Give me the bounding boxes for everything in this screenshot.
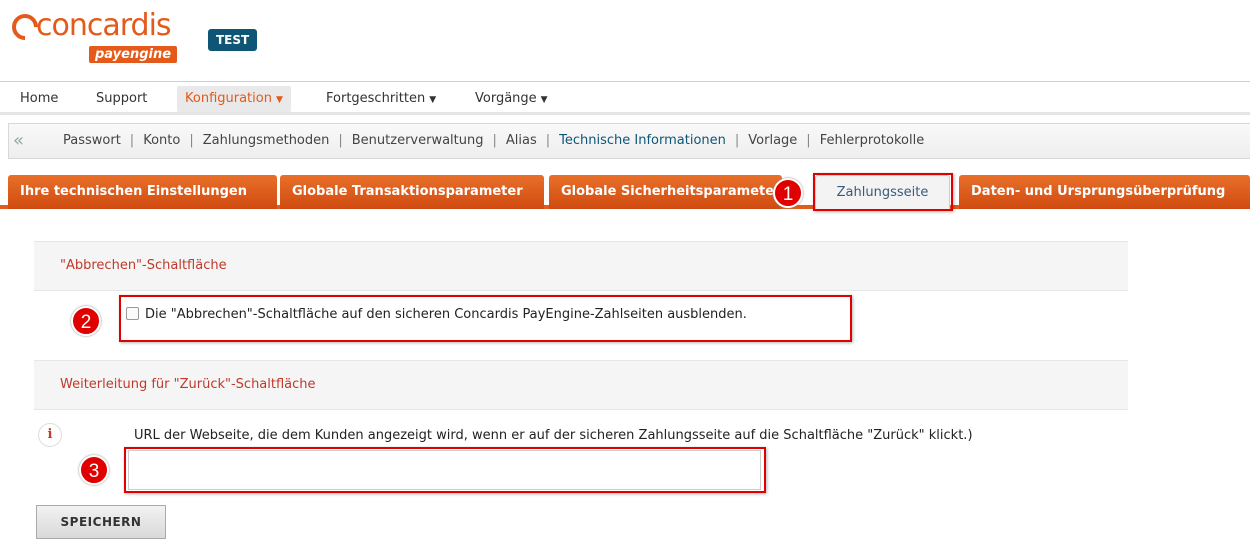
section-title-abbrechen: "Abbrechen"-Schaltfläche bbox=[60, 258, 227, 273]
nav-support[interactable]: Support bbox=[88, 86, 155, 112]
section-header-zurueck: Weiterleitung für "Zurück"-Schaltfläche bbox=[34, 360, 1128, 410]
subnav-vorlage[interactable]: Vorlage bbox=[748, 133, 797, 148]
subnav-technische-informationen[interactable]: Technische Informationen bbox=[559, 133, 726, 148]
subnav-konto[interactable]: Konto bbox=[143, 133, 180, 148]
tab-technische-einstellungen[interactable]: Ihre technischen Einstellungen bbox=[8, 175, 277, 209]
nav-konfiguration[interactable]: Konfiguration ▼ bbox=[177, 86, 291, 112]
subnav-fehlerprotokolle[interactable]: Fehlerprotokolle bbox=[820, 133, 925, 148]
main-navigation: Home Support Konfiguration ▼ Fortgeschrit… bbox=[0, 81, 1250, 115]
logo-main-text: concardis bbox=[36, 8, 172, 43]
subnav-alias[interactable]: Alias bbox=[506, 133, 537, 148]
subnav-separator: | bbox=[129, 133, 135, 148]
subnav-passwort[interactable]: Passwort bbox=[63, 133, 121, 148]
nav-vorgaenge-label: Vorgänge bbox=[475, 91, 537, 106]
subnav-separator: | bbox=[338, 133, 343, 148]
environment-badge: TEST bbox=[208, 29, 258, 51]
logo-sub-text: payengine bbox=[89, 46, 178, 63]
marker-1: 1 bbox=[773, 178, 803, 208]
back-url-input[interactable] bbox=[128, 450, 761, 490]
nav-support-label: Support bbox=[96, 91, 148, 106]
settings-tabs: Ihre technischen Einstellungen Globale T… bbox=[0, 175, 1250, 209]
save-button[interactable]: SPEICHERN bbox=[36, 505, 166, 539]
collapse-icon[interactable]: « bbox=[13, 130, 24, 151]
chevron-down-icon: ▼ bbox=[275, 95, 283, 105]
subnav-zahlungsmethoden[interactable]: Zahlungsmethoden bbox=[203, 133, 330, 148]
nav-home[interactable]: Home bbox=[12, 86, 66, 112]
subnav-links: Passwort | Konto | Zahlungsmethoden | Benutzer… bbox=[63, 133, 924, 148]
hide-cancel-label[interactable]: Die "Abbrechen"-Schaltfläche auf den sic… bbox=[145, 307, 747, 322]
concardis-logo[interactable]: concardis payengine bbox=[6, 8, 192, 64]
tab-zahlungsseite[interactable]: Zahlungsseite bbox=[815, 175, 950, 209]
tab-daten-ursprungspruefung[interactable]: Daten- und Ursprungsüberprüfung bbox=[959, 175, 1250, 209]
subnav-separator: | bbox=[189, 133, 194, 148]
back-url-help-text: URL der Webseite, die dem Kunden angezei… bbox=[134, 428, 973, 443]
chevron-down-icon: ▼ bbox=[429, 95, 437, 105]
nav-home-label: Home bbox=[20, 91, 59, 106]
tab-globale-transaktionsparameter[interactable]: Globale Transaktionsparameter bbox=[280, 175, 544, 209]
hide-cancel-row[interactable]: Die "Abbrechen"-Schaltfläche auf den sic… bbox=[126, 307, 747, 322]
nav-vorgaenge[interactable]: Vorgänge ▼ bbox=[467, 86, 556, 112]
subnav-separator: | bbox=[734, 133, 740, 148]
nav-fortgeschritten-label: Fortgeschritten bbox=[326, 91, 426, 106]
sub-navigation: « Passwort | Konto | Zahlungsmethoden | Benutz… bbox=[8, 123, 1250, 159]
header: concardis payengine TEST bbox=[0, 0, 1250, 78]
hide-cancel-checkbox[interactable] bbox=[126, 307, 139, 320]
marker-2: 2 bbox=[71, 306, 101, 336]
nav-fortgeschritten[interactable]: Fortgeschritten ▼ bbox=[318, 86, 444, 112]
subnav-separator: | bbox=[492, 133, 497, 148]
tab-globale-sicherheitsparameter[interactable]: Globale Sicherheitsparameter bbox=[549, 175, 782, 209]
section-header-abbrechen: "Abbrechen"-Schaltfläche bbox=[34, 241, 1128, 291]
info-icon[interactable]: i bbox=[38, 423, 62, 447]
chevron-down-icon: ▼ bbox=[540, 95, 548, 105]
subnav-benutzerverwaltung[interactable]: Benutzerverwaltung bbox=[352, 133, 484, 148]
subnav-separator: | bbox=[806, 133, 811, 148]
section-title-zurueck: Weiterleitung für "Zurück"-Schaltfläche bbox=[60, 377, 316, 392]
marker-3: 3 bbox=[79, 455, 109, 485]
subnav-separator: | bbox=[545, 133, 551, 148]
nav-konfiguration-label: Konfiguration bbox=[185, 91, 272, 106]
